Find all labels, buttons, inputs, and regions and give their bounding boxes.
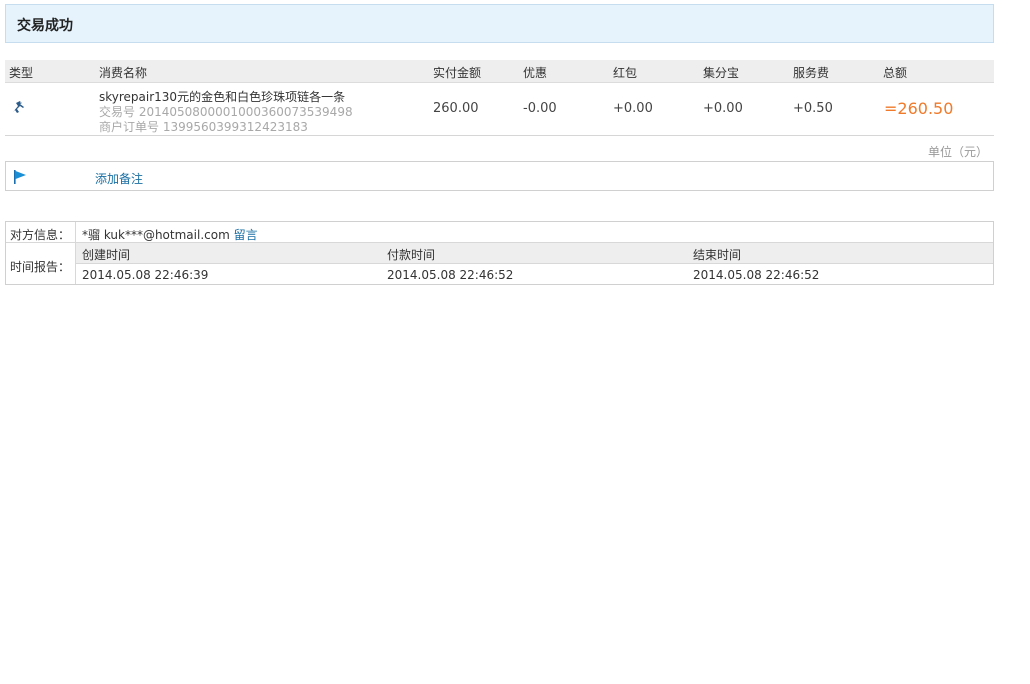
end-time-header: 结束时间 [693,248,742,262]
party-name: *骝 kuk***@hotmail.com [82,228,230,242]
unit-label: 单位（元） [928,145,989,159]
col-paid: 实付金额 [433,66,482,80]
party-label: 对方信息： [10,228,71,242]
paid-time-value: 2014.05.08 22:46:52 [387,268,514,282]
jifenbao-amount: +0.00 [703,101,743,116]
note-box: 添加备注 [5,161,994,191]
flag-icon [14,170,26,184]
created-time-header: 创建时间 [82,248,131,262]
message-link[interactable]: 留言 [234,228,258,242]
col-fee: 服务费 [793,66,830,80]
page-title: 交易成功 [17,18,73,34]
total-amount: =260.50 [884,99,954,118]
table-row: skyrepair130元的金色和白色珍珠项链各一条 交易号 201405080… [5,83,994,136]
fee-amount: +0.50 [793,101,833,116]
paid-amount: 260.00 [433,101,479,116]
col-jifenbao: 集分宝 [703,66,740,80]
col-total: 总额 [883,66,908,80]
col-name: 消费名称 [99,66,148,80]
add-note-link[interactable]: 添加备注 [95,170,143,187]
created-time-value: 2014.05.08 22:46:39 [82,268,209,282]
info-box: 对方信息： *骝 kuk***@hotmail.com 留言 时间报告： 创建时… [5,221,994,285]
order-number: 商户订单号 1399560399312423183 [99,120,308,134]
col-discount: 优惠 [523,66,548,80]
end-time-value: 2014.05.08 22:46:52 [693,268,820,282]
time-report-label: 时间报告： [10,260,71,274]
bird-icon [13,101,24,113]
time-header: 创建时间 付款时间 结束时间 [76,243,993,264]
col-type: 类型 [9,66,34,80]
redpack-amount: +0.00 [613,101,653,116]
status-banner: 交易成功 [5,4,994,43]
party-info: *骝 kuk***@hotmail.com 留言 [82,226,258,243]
col-redpack: 红包 [613,66,638,80]
paid-time-header: 付款时间 [387,248,436,262]
table-header: 类型 消费名称 实付金额 优惠 红包 集分宝 服务费 总额 [5,60,994,83]
discount-amount: -0.00 [523,101,557,116]
